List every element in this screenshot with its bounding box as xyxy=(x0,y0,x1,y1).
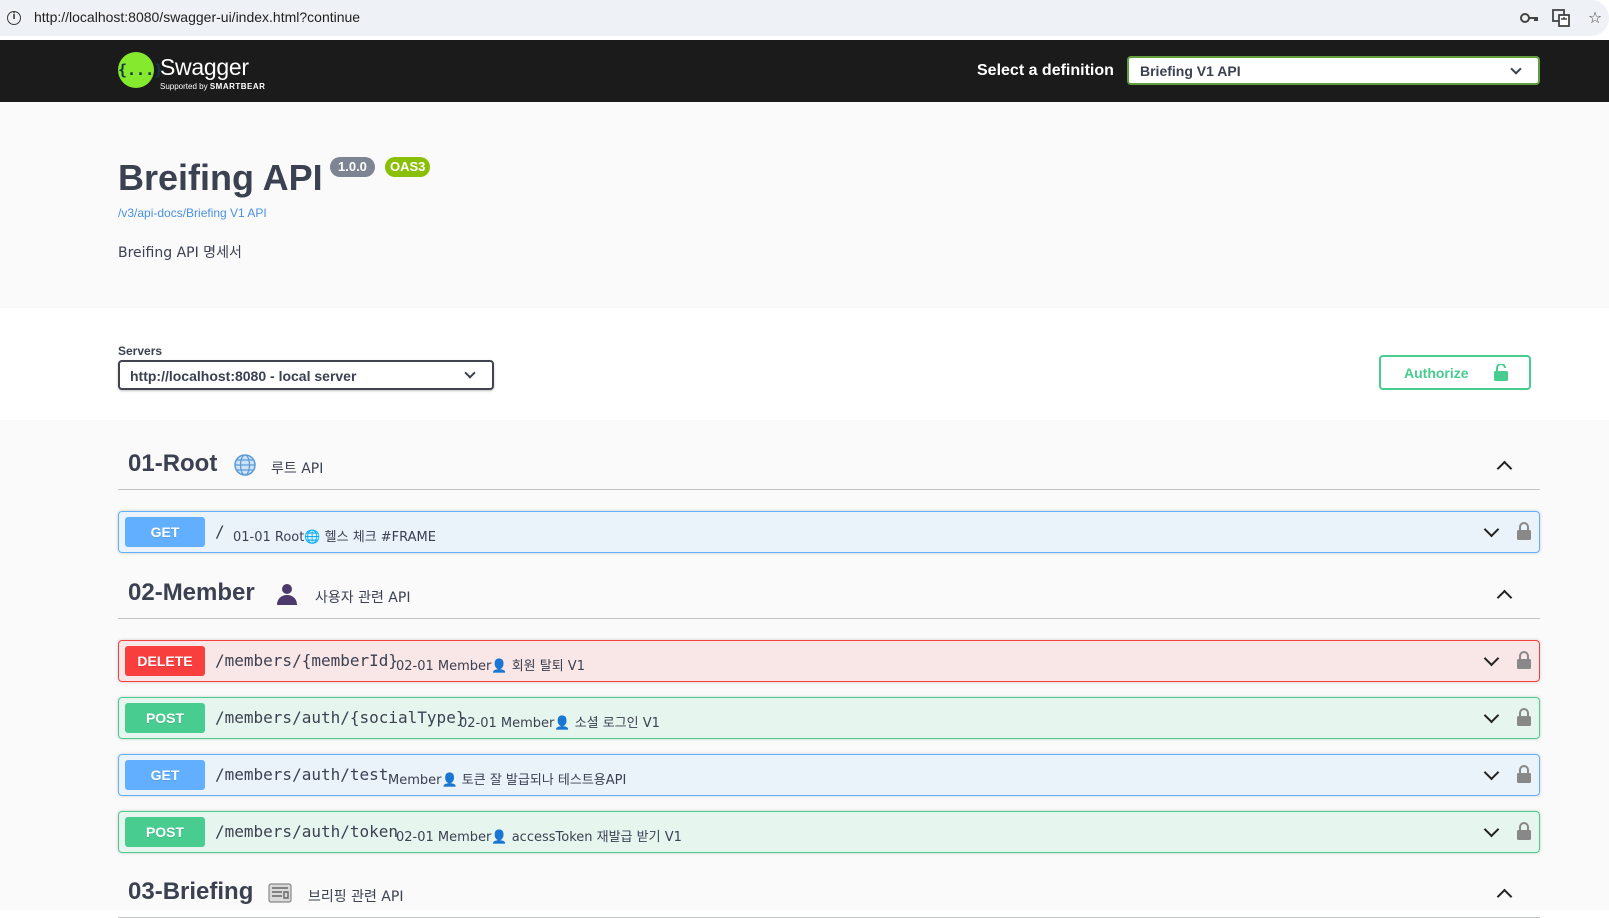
operation-path: /members/auth/{socialType} xyxy=(215,708,466,727)
tag-description: 루트 API xyxy=(271,461,324,477)
tag-name: 02-Member xyxy=(128,579,255,606)
swagger-logo-icon[interactable]: {...} xyxy=(118,52,163,88)
select-definition-label: Select a definition xyxy=(977,62,1114,79)
method-badge: GET xyxy=(125,760,205,790)
translate-icon[interactable] xyxy=(1551,8,1571,28)
oas-badge: OAS3 xyxy=(385,157,431,177)
server-select-value: http://localhost:8080 - local server xyxy=(130,368,357,384)
api-description: Breifing API 명세서 xyxy=(118,245,242,261)
info-icon[interactable]: i xyxy=(7,11,21,25)
operation-summary: Member👤 토큰 잘 발급되나 테스트용API xyxy=(388,773,627,788)
unlock-icon xyxy=(1494,364,1508,381)
operation-summary: 02-01 Member👤 회원 탈퇴 V1 xyxy=(396,659,585,674)
url-text[interactable]: http://localhost:8080/swagger-ui/index.h… xyxy=(34,9,360,25)
key-icon[interactable] xyxy=(1519,8,1539,28)
chevron-down-icon[interactable] xyxy=(1483,650,1500,667)
servers-select[interactable]: http://localhost:8080 - local server xyxy=(118,360,494,390)
authorize-button[interactable]: Authorize xyxy=(1379,355,1531,390)
lock-icon[interactable] xyxy=(1517,708,1531,726)
opblock-post-auth-token[interactable]: POST /members/auth/token 02-01 Member👤 a… xyxy=(118,811,1540,853)
browser-address-bar: i http://localhost:8080/swagger-ui/index… xyxy=(0,0,1609,40)
operations-section: 01-Root 루트 API GET / 01-01 Root🌐 헬스 체크 #… xyxy=(0,420,1609,918)
tag-name: 01-Root xyxy=(128,450,218,477)
operation-summary: 01-01 Root🌐 헬스 체크 #FRAME xyxy=(233,530,436,545)
user-icon xyxy=(277,584,297,605)
opblock-delete-member[interactable]: DELETE /members/{memberId} 02-01 Member👤… xyxy=(118,640,1540,682)
url-field[interactable]: i http://localhost:8080/swagger-ui/index… xyxy=(0,0,1609,36)
api-info-section: Breifing API 1.0.0 OAS3 /v3/api-docs/Bri… xyxy=(0,102,1609,308)
api-docs-link[interactable]: /v3/api-docs/Briefing V1 API xyxy=(118,206,267,220)
tag-description: 사용자 관련 API xyxy=(315,590,411,606)
authorize-label: Authorize xyxy=(1404,365,1469,381)
servers-label: Servers xyxy=(118,344,163,358)
operation-summary: 02-01 Member👤 소셜 로그인 V1 xyxy=(459,716,660,731)
tag-name: 03-Briefing xyxy=(128,878,254,905)
chevron-up-icon[interactable] xyxy=(1496,589,1513,606)
chevron-down-icon[interactable] xyxy=(1483,521,1500,538)
tag-header-member[interactable]: 02-Member 사용자 관련 API xyxy=(118,567,1540,619)
swagger-logo-text[interactable]: Swagger xyxy=(160,54,249,81)
api-title: Breifing API xyxy=(118,157,323,198)
definition-select[interactable]: Briefing V1 API xyxy=(1127,56,1540,85)
operation-path: /members/{memberId} xyxy=(215,651,399,670)
operation-path: / xyxy=(215,522,225,541)
method-badge: POST xyxy=(125,703,205,733)
swagger-logo-subtitle: Supported by SMARTBEAR xyxy=(160,82,266,91)
chevron-down-icon[interactable] xyxy=(1483,764,1500,781)
tag-description: 브리핑 관련 API xyxy=(308,889,404,905)
globe-icon xyxy=(234,454,256,476)
star-icon[interactable]: ☆ xyxy=(1585,8,1605,28)
chevron-down-icon[interactable] xyxy=(1483,821,1500,838)
tag-header-root[interactable]: 01-Root 루트 API xyxy=(118,438,1540,490)
operation-path: /members/auth/test xyxy=(215,765,389,784)
opblock-post-social-login[interactable]: POST /members/auth/{socialType} 02-01 Me… xyxy=(118,697,1540,739)
swagger-topbar: {...} Swagger Supported by SMARTBEAR Sel… xyxy=(0,40,1609,102)
lock-icon[interactable] xyxy=(1517,765,1531,783)
version-badge: 1.0.0 xyxy=(330,157,375,177)
lock-icon[interactable] xyxy=(1517,651,1531,669)
method-badge: POST xyxy=(125,817,205,847)
opblock-get-root[interactable]: GET / 01-01 Root🌐 헬스 체크 #FRAME xyxy=(118,511,1540,553)
operation-path: /members/auth/token xyxy=(215,822,399,841)
opblock-get-auth-test[interactable]: GET /members/auth/test Member👤 토큰 잘 발급되나… xyxy=(118,754,1540,796)
chevron-down-icon[interactable] xyxy=(1483,707,1500,724)
newspaper-icon xyxy=(268,883,292,903)
definition-select-value: Briefing V1 API xyxy=(1140,63,1241,79)
method-badge: DELETE xyxy=(125,646,205,676)
tag-header-briefing[interactable]: 03-Briefing 브리핑 관련 API xyxy=(118,866,1540,918)
lock-icon[interactable] xyxy=(1517,822,1531,840)
lock-icon[interactable] xyxy=(1517,522,1531,540)
chevron-down-icon xyxy=(464,367,476,379)
method-badge: GET xyxy=(125,517,205,547)
operation-summary: 02-01 Member👤 accessToken 재발급 받기 V1 xyxy=(396,830,682,845)
scheme-container: Servers http://localhost:8080 - local se… xyxy=(0,308,1609,420)
chevron-up-icon[interactable] xyxy=(1496,888,1513,905)
chevron-down-icon xyxy=(1510,63,1522,75)
chevron-up-icon[interactable] xyxy=(1496,460,1513,477)
